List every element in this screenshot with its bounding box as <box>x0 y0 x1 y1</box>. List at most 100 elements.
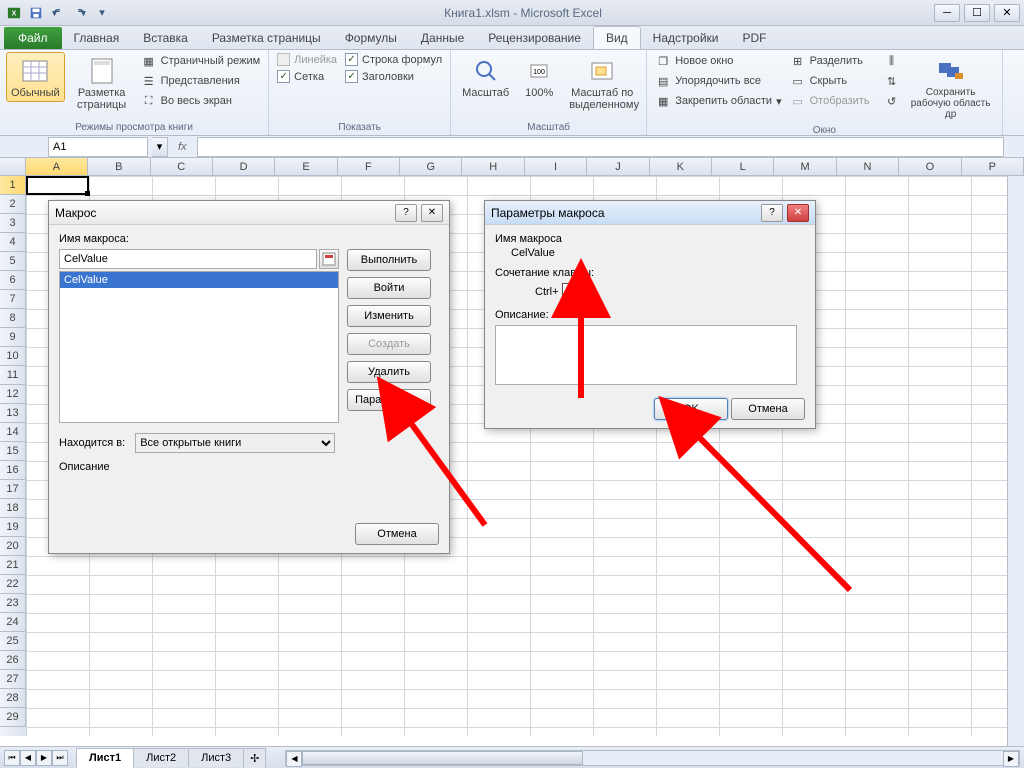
normal-view-button[interactable]: Обычный <box>6 52 65 102</box>
cancel-button[interactable]: Отмена <box>355 523 439 545</box>
col-header[interactable]: B <box>88 158 150 175</box>
sheet-tab[interactable]: Лист3 <box>188 748 244 767</box>
col-header[interactable]: G <box>400 158 462 175</box>
qat-customize-icon[interactable]: ▾ <box>92 3 112 23</box>
macro-list-item[interactable]: CelValue <box>60 272 338 288</box>
excel-icon[interactable]: X <box>4 3 24 23</box>
row-header[interactable]: 4 <box>0 233 26 252</box>
row-header[interactable]: 28 <box>0 689 26 708</box>
row-header[interactable]: 27 <box>0 670 26 689</box>
maximize-button[interactable]: ☐ <box>964 4 990 22</box>
tab-formulas[interactable]: Формулы <box>333 27 409 49</box>
active-cell[interactable] <box>26 176 89 195</box>
row-header[interactable]: 16 <box>0 461 26 480</box>
row-header[interactable]: 2 <box>0 195 26 214</box>
macro-name-input[interactable] <box>59 249 317 269</box>
run-button[interactable]: Выполнить <box>347 249 431 271</box>
ruler-checkbox[interactable]: Линейка <box>275 52 339 67</box>
row-header[interactable]: 17 <box>0 480 26 499</box>
reset-pos-button[interactable]: ↺ <box>882 92 902 110</box>
tab-addins[interactable]: Надстройки <box>641 27 731 49</box>
select-all-corner[interactable] <box>0 158 26 175</box>
undo-icon[interactable] <box>48 3 68 23</box>
create-button[interactable]: Создать <box>347 333 431 355</box>
col-header[interactable]: D <box>213 158 275 175</box>
sync-scroll-button[interactable]: ⇅ <box>882 72 902 90</box>
redo-icon[interactable] <box>70 3 90 23</box>
custom-views-button[interactable]: ☰Представления <box>139 72 263 90</box>
row-header[interactable]: 22 <box>0 575 26 594</box>
delete-button[interactable]: Удалить <box>347 361 431 383</box>
tab-review[interactable]: Рецензирование <box>476 27 593 49</box>
macro-dialog-titlebar[interactable]: Макрос ? ✕ <box>49 201 449 225</box>
row-header[interactable]: 24 <box>0 613 26 632</box>
tab-view[interactable]: Вид <box>593 26 641 49</box>
headings-checkbox[interactable]: ✓Заголовки <box>343 69 444 84</box>
minimize-button[interactable]: ─ <box>934 4 960 22</box>
help-button[interactable]: ? <box>395 204 417 222</box>
row-header[interactable]: 23 <box>0 594 26 613</box>
col-header[interactable]: H <box>462 158 524 175</box>
row-header[interactable]: 11 <box>0 366 26 385</box>
row-header[interactable]: 13 <box>0 404 26 423</box>
col-header[interactable]: M <box>774 158 836 175</box>
help-button[interactable]: ? <box>761 204 783 222</box>
next-sheet-button[interactable]: ▶ <box>36 750 52 766</box>
name-box[interactable]: A1 <box>48 137 148 157</box>
col-header[interactable]: J <box>587 158 649 175</box>
scroll-thumb[interactable] <box>302 751 582 765</box>
tab-insert[interactable]: Вставка <box>131 27 200 49</box>
col-header[interactable]: O <box>899 158 961 175</box>
tab-page-layout[interactable]: Разметка страницы <box>200 27 333 49</box>
row-header[interactable]: 26 <box>0 651 26 670</box>
row-header[interactable]: 1 <box>0 176 26 195</box>
macro-name-picker[interactable] <box>319 249 339 269</box>
save-icon[interactable] <box>26 3 46 23</box>
cancel-button[interactable]: Отмена <box>731 398 805 420</box>
row-header[interactable]: 5 <box>0 252 26 271</box>
row-header[interactable]: 9 <box>0 328 26 347</box>
col-header[interactable]: K <box>650 158 712 175</box>
sheet-tab[interactable]: Лист1 <box>76 748 134 768</box>
unhide-button[interactable]: ▭Отобразить <box>788 92 872 110</box>
page-layout-button[interactable]: Разметка страницы <box>69 52 135 114</box>
name-box-dropdown[interactable]: ▾ <box>152 137 168 157</box>
col-header[interactable]: L <box>712 158 774 175</box>
fx-label[interactable]: fx <box>168 141 197 153</box>
row-header[interactable]: 14 <box>0 423 26 442</box>
formula-bar-checkbox[interactable]: ✓Строка формул <box>343 52 444 67</box>
page-break-button[interactable]: ▦Страничный режим <box>139 52 263 70</box>
first-sheet-button[interactable]: ⏮ <box>4 750 20 766</box>
zoom-button[interactable]: Масштаб <box>457 52 514 102</box>
row-header[interactable]: 6 <box>0 271 26 290</box>
close-button[interactable]: ✕ <box>787 204 809 222</box>
row-header[interactable]: 10 <box>0 347 26 366</box>
hide-button[interactable]: ▭Скрыть <box>788 72 872 90</box>
row-header[interactable]: 19 <box>0 518 26 537</box>
vertical-scrollbar[interactable] <box>1007 176 1024 746</box>
file-tab[interactable]: Файл <box>4 27 62 49</box>
arrange-all-button[interactable]: ▤Упорядочить все <box>653 72 783 90</box>
new-window-button[interactable]: ❐Новое окно <box>653 52 783 70</box>
location-select[interactable]: Все открытые книги <box>135 433 335 453</box>
col-header[interactable]: P <box>962 158 1024 175</box>
freeze-panes-button[interactable]: ▦Закрепить области ▾ <box>653 92 783 110</box>
row-header[interactable]: 12 <box>0 385 26 404</box>
new-sheet-button[interactable]: ✢ <box>243 748 266 768</box>
zoom-100-button[interactable]: 100100% <box>518 52 560 102</box>
save-workspace-button[interactable]: Сохранить рабочую область др <box>906 52 996 123</box>
zoom-selection-button[interactable]: Масштаб по выделенному <box>564 52 640 114</box>
row-header[interactable]: 15 <box>0 442 26 461</box>
scroll-right-button[interactable]: ▶ <box>1003 751 1019 767</box>
row-header[interactable]: 29 <box>0 708 26 727</box>
last-sheet-button[interactable]: ⏭ <box>52 750 68 766</box>
options-button[interactable]: Параметры... <box>347 389 431 411</box>
col-header[interactable]: E <box>275 158 337 175</box>
side-by-side-button[interactable]: ⫼ <box>882 52 902 70</box>
col-header[interactable]: N <box>837 158 899 175</box>
edit-button[interactable]: Изменить <box>347 305 431 327</box>
tab-data[interactable]: Данные <box>409 27 476 49</box>
horizontal-scrollbar[interactable]: ◀ ▶ <box>285 750 1020 766</box>
options-dialog-titlebar[interactable]: Параметры макроса ? ✕ <box>485 201 815 225</box>
close-button[interactable]: ✕ <box>994 4 1020 22</box>
